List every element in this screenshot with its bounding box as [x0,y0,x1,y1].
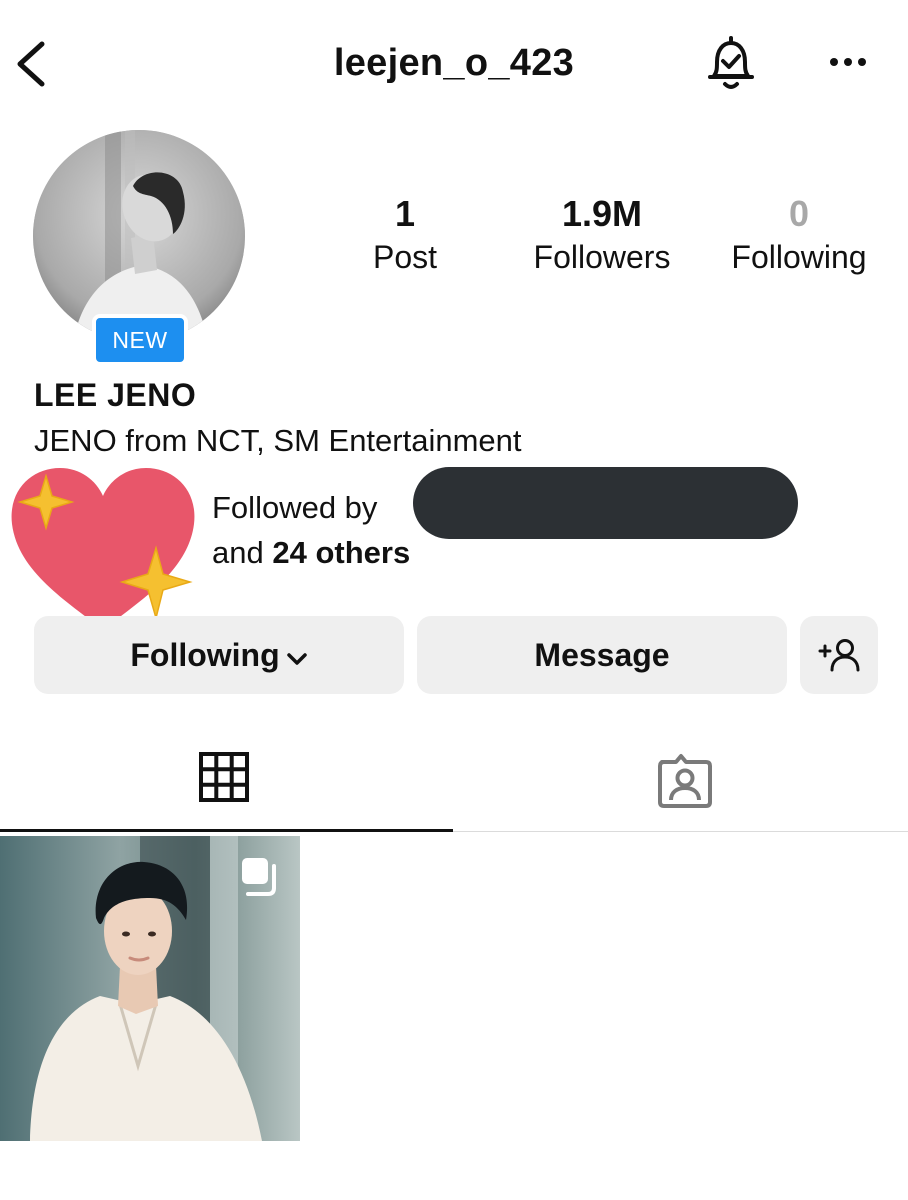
notifications-button[interactable] [700,32,762,94]
message-button[interactable]: Message [417,616,787,694]
profile-username-title: leejen_o_423 [333,42,575,84]
tab-tagged[interactable] [454,740,908,832]
followed-by-and: and [212,535,264,570]
display-name: LEE JENO [34,377,197,413]
heart-icon [11,468,195,630]
followed-by-others-line[interactable]: and 24 others [212,531,410,575]
notification-bell-check-icon [708,36,754,89]
carousel-multiple-icon [238,856,284,898]
active-tab-indicator [0,829,453,832]
following-stat[interactable]: 0 Following [716,192,882,278]
followed-by-line[interactable]: Followed by [212,486,377,530]
chevron-left-icon [17,41,45,87]
following-count: 0 [788,193,810,234]
profile-avatar[interactable] [33,130,245,342]
chevron-down-icon [286,617,308,695]
posts-count: 1 [394,193,416,234]
add-user-icon [818,639,860,672]
posts-label: Post [372,239,438,275]
tagged-person-icon [658,754,712,808]
posts-stat[interactable]: 1 Post [340,192,470,278]
more-horizontal-icon [830,58,866,66]
redaction-overlay [413,467,798,539]
following-button-label: Following [130,637,280,673]
followed-by-prefix: Followed by [212,490,378,525]
followers-label: Followers [533,239,671,275]
following-button[interactable]: Following [34,616,404,694]
followers-count: 1.9M [561,193,643,234]
followers-stat[interactable]: 1.9M Followers [510,192,694,278]
tab-divider [453,831,908,832]
back-button[interactable] [12,36,56,92]
bio-text: JENO from NCT, SM Entertainment [34,423,522,458]
suggest-users-button[interactable] [800,616,878,694]
new-badge: NEW [92,314,188,366]
followed-by-others-count: 24 others [272,535,411,570]
avatar-photo [33,130,245,342]
grid-icon [199,752,249,802]
following-label: Following [731,239,867,275]
more-options-button[interactable] [822,42,874,82]
message-button-label: Message [534,637,670,673]
tab-posts-grid[interactable] [0,740,453,832]
heart-sparkle-sticker [8,462,198,634]
